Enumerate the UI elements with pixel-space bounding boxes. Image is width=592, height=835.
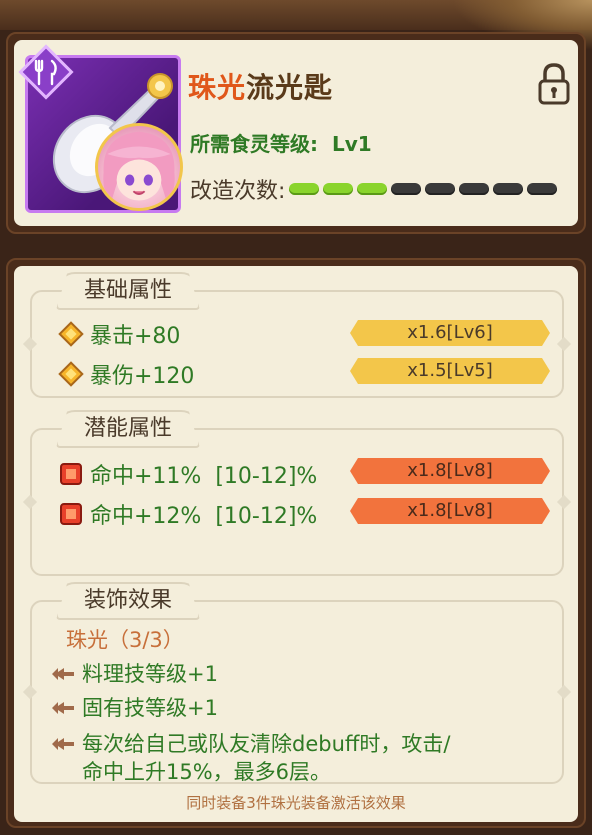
fish-arrow-icon [52, 738, 74, 750]
set-effect-row: 料理技等级+1 [50, 660, 218, 688]
item-name-rest: 流光匙 [246, 71, 334, 104]
potential-stat-text: 命中+11% [10-12]% [90, 464, 318, 489]
set-name: 珠光（3/3） [66, 628, 184, 652]
modify-count-row: 改造次数: [190, 172, 558, 206]
modify-pip-filled [289, 183, 320, 195]
yellow-gem-icon [58, 361, 84, 387]
set-activation-note: 同时装备3件珠光装备激活该效果 [186, 794, 406, 812]
fish-arrow-icon [52, 668, 74, 680]
potential-stat-row: 命中+11% [10-12]% [58, 458, 317, 490]
basic-stat-multiplier: x1.5[Lv5] [350, 358, 550, 384]
red-gem-icon [60, 463, 82, 485]
character-avatar [95, 123, 183, 211]
modify-pip-empty [493, 183, 524, 195]
potential-stat-text: 命中+12% [10-12]% [90, 504, 318, 529]
potential-stat-multiplier: x1.8[Lv8] [350, 458, 550, 484]
yellow-gem-icon [58, 321, 84, 347]
fork-knife-icon [18, 44, 74, 100]
potential-attributes-title: 潜能属性 [56, 410, 201, 448]
item-name: 珠光流光匙 [188, 66, 333, 106]
required-level-label: 所需食灵等级: [190, 132, 318, 156]
potential-attributes-section: 潜能属性 命中+11% [10-12]% 命中+12% [10-12]% x1.… [22, 410, 572, 576]
lock-icon[interactable] [536, 62, 572, 106]
set-effect-text: 固有技等级+1 [82, 696, 218, 720]
modify-count-label: 改造次数: [190, 179, 286, 204]
modify-pip-empty [425, 183, 456, 195]
set-effect-text: 料理技等级+1 [82, 662, 218, 686]
basic-stat-text: 暴伤+120 [90, 364, 195, 389]
modify-pip-empty [459, 183, 490, 195]
set-effect-row: 固有技等级+1 [50, 694, 218, 722]
item-rarity: 珠光 [188, 71, 247, 104]
modify-pip-empty [527, 183, 558, 195]
modify-pip-filled [357, 183, 388, 195]
basic-stat-multiplier: x1.6[Lv6] [350, 320, 550, 346]
required-level-value: Lv1 [332, 132, 372, 156]
basic-attributes-title: 基础属性 [56, 272, 201, 310]
modify-pip-filled [323, 183, 354, 195]
potential-stat-multiplier: x1.8[Lv8] [350, 498, 550, 524]
required-level: 所需食灵等级: Lv1 [190, 128, 372, 157]
modify-pip-empty [391, 183, 422, 195]
basic-stat-text: 暴击+80 [90, 324, 181, 349]
potential-stat-row: 命中+12% [10-12]% [58, 498, 317, 530]
basic-stat-row: 暴伤+120 [58, 358, 194, 390]
set-effect-text: 每次给自己或队友清除debuff时，攻击/ 命中上升15%，最多6层。 [82, 730, 450, 786]
red-gem-icon [60, 503, 82, 525]
set-effect-title: 装饰效果 [56, 582, 201, 620]
fish-arrow-icon [52, 702, 74, 714]
basic-attributes-section: 基础属性 暴击+80 暴伤+120 x1.6[Lv6] x1.5[Lv5] [22, 272, 572, 398]
basic-stat-row: 暴击+80 [58, 318, 180, 350]
set-effect-line: 每次给自己或队友清除debuff时，攻击/ [82, 732, 451, 756]
set-effect-line: 命中上升15%，最多6层。 [82, 760, 332, 784]
modify-count-pips [289, 183, 558, 195]
set-effect-row: 每次给自己或队友清除debuff时，攻击/ 命中上升15%，最多6层。 [50, 730, 450, 786]
